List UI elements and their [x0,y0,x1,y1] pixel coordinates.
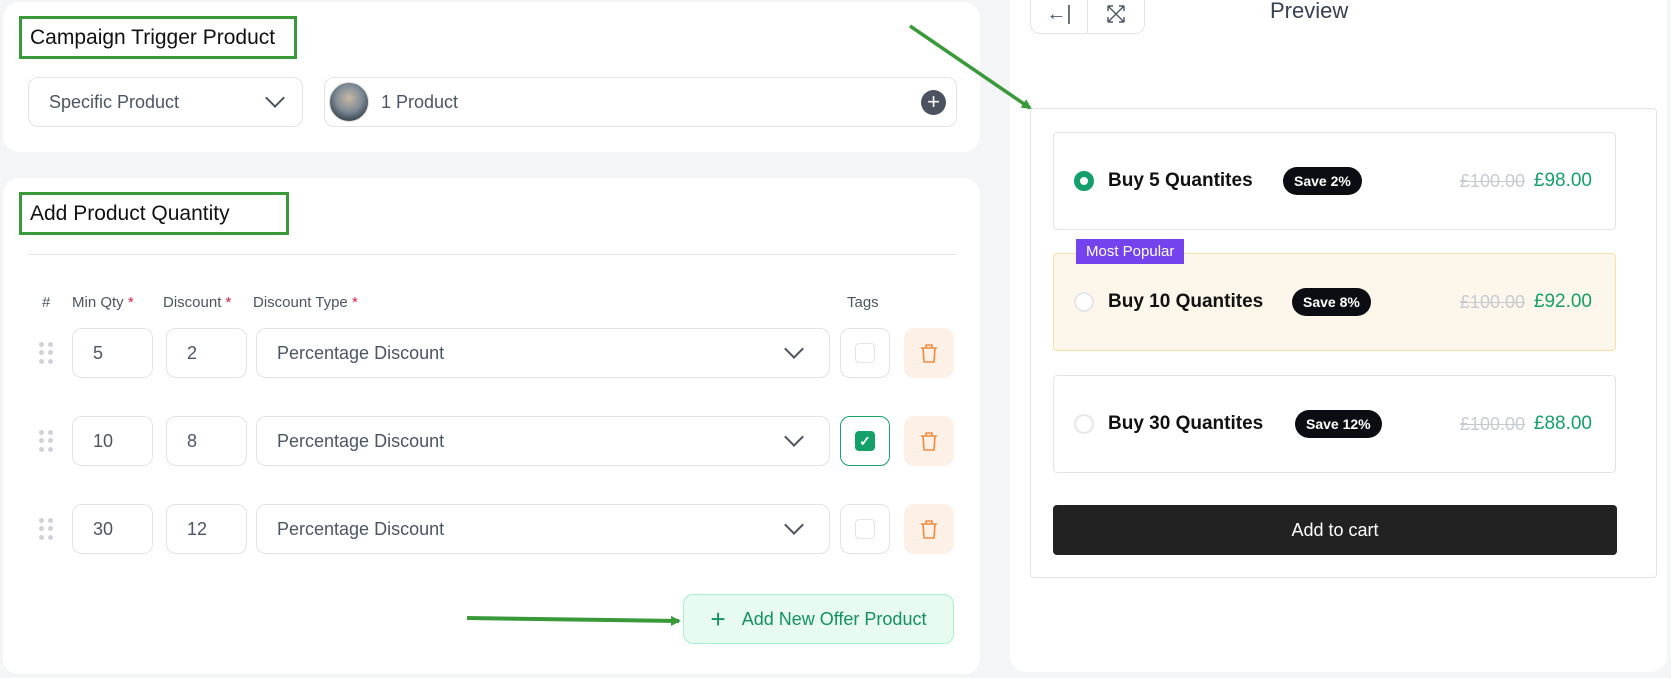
section-title-quantity: Add Product Quantity [19,192,289,235]
offer-option[interactable]: Buy 30 Quantites Save 12% £100.00 £88.00 [1053,375,1616,473]
offer-label: Buy 10 Quantites [1108,291,1264,312]
product-type-select[interactable]: Specific Product [28,77,303,127]
required-mark: * [127,294,134,311]
col-discount-type-label: Discount Type [253,294,348,311]
delete-row-button[interactable] [904,416,954,466]
tag-checkbox[interactable] [855,519,875,539]
discounted-price: £92.00 [1533,291,1592,312]
offer-label: Buy 5 Quantites [1108,170,1253,191]
campaign-trigger-card: Campaign Trigger Product Specific Produc… [3,2,980,152]
original-price: £100.00 [1459,414,1525,434]
discount-type-value: Percentage Discount [277,518,445,539]
discount-type-value: Percentage Discount [277,342,445,363]
add-to-cart-button[interactable]: Add to cart [1053,505,1617,555]
drag-handle-icon[interactable] [39,518,53,540]
table-row: 5 2 Percentage Discount [3,328,980,378]
table-row: 10 8 Percentage Discount ✓ [3,416,980,466]
min-qty-input[interactable]: 5 [72,328,153,378]
drag-handle-icon[interactable] [39,430,53,452]
offer-option-popular[interactable]: Buy 10 Quantites Save 8% £100.00 £92.00 [1053,253,1616,351]
most-popular-tag: Most Popular [1076,239,1185,264]
product-picker[interactable]: 1 Product + [324,77,957,127]
product-type-value: Specific Product [49,91,180,112]
chevron-down-icon [784,515,804,535]
tag-checkbox-wrapper[interactable] [840,504,890,554]
divider [28,254,957,255]
plus-icon: + [710,604,726,634]
save-badge: Save 8% [1292,288,1371,316]
tag-checkbox[interactable] [855,343,875,363]
chevron-down-icon [265,88,285,108]
discounted-price: £98.00 [1533,170,1592,191]
col-tags: Tags [847,294,879,311]
original-price: £100.00 [1459,171,1525,191]
chevron-down-icon [784,427,804,447]
drag-handle-icon[interactable] [39,342,53,364]
collapse-panel-icon[interactable]: ←| [1031,0,1088,33]
discount-type-value: Percentage Discount [277,430,445,451]
discount-input[interactable]: 12 [166,504,247,554]
delete-row-button[interactable] [904,504,954,554]
offer-label: Buy 30 Quantites [1108,413,1264,434]
required-mark: * [225,294,232,311]
tag-checkbox-checked[interactable]: ✓ [855,431,875,451]
discount-type-select[interactable]: Percentage Discount [256,504,830,554]
product-thumbnail [329,82,369,122]
delete-row-button[interactable] [904,328,954,378]
min-qty-input[interactable]: 30 [72,504,153,554]
original-price: £100.00 [1459,292,1525,312]
discount-input[interactable]: 8 [166,416,247,466]
col-discount-type: Discount Type * [253,294,358,311]
min-qty-input[interactable]: 10 [72,416,153,466]
trash-icon [921,520,937,539]
product-quantity-card: Add Product Quantity # Min Qty * Discoun… [3,178,980,674]
col-min-qty-label: Min Qty [72,294,124,311]
tag-checkbox-wrapper[interactable] [840,328,890,378]
add-product-icon[interactable]: + [921,89,946,115]
offer-option[interactable]: Buy 5 Quantites Save 2% £100.00 £98.00 [1053,132,1616,230]
radio-unselected[interactable] [1074,292,1094,312]
preview-controls: ←| [1030,0,1145,34]
radio-unselected[interactable] [1074,414,1094,434]
discount-type-select[interactable]: Percentage Discount [256,416,830,466]
chevron-down-icon [784,339,804,359]
discounted-price: £88.00 [1533,413,1592,434]
table-row: 30 12 Percentage Discount [3,504,980,554]
radio-selected[interactable] [1074,171,1094,191]
section-title-trigger: Campaign Trigger Product [19,16,297,59]
tag-checkbox-wrapper[interactable]: ✓ [840,416,890,466]
trash-icon [921,344,937,363]
required-mark: * [351,294,358,311]
product-count-label: 1 Product [381,91,459,112]
expand-icon[interactable] [1088,0,1144,33]
col-discount-label: Discount [163,294,222,311]
discount-input[interactable]: 2 [166,328,247,378]
col-index: # [42,294,51,311]
preview-title: Preview [1270,0,1349,23]
add-new-offer-product-button[interactable]: + Add New Offer Product [683,594,954,644]
save-badge: Save 12% [1295,410,1382,438]
add-new-offer-product-label: Add New Offer Product [741,608,927,629]
col-min-qty: Min Qty * [72,294,134,311]
discount-type-select[interactable]: Percentage Discount [256,328,830,378]
trash-icon [921,432,937,451]
col-discount: Discount * [163,294,231,311]
save-badge: Save 2% [1283,167,1362,195]
